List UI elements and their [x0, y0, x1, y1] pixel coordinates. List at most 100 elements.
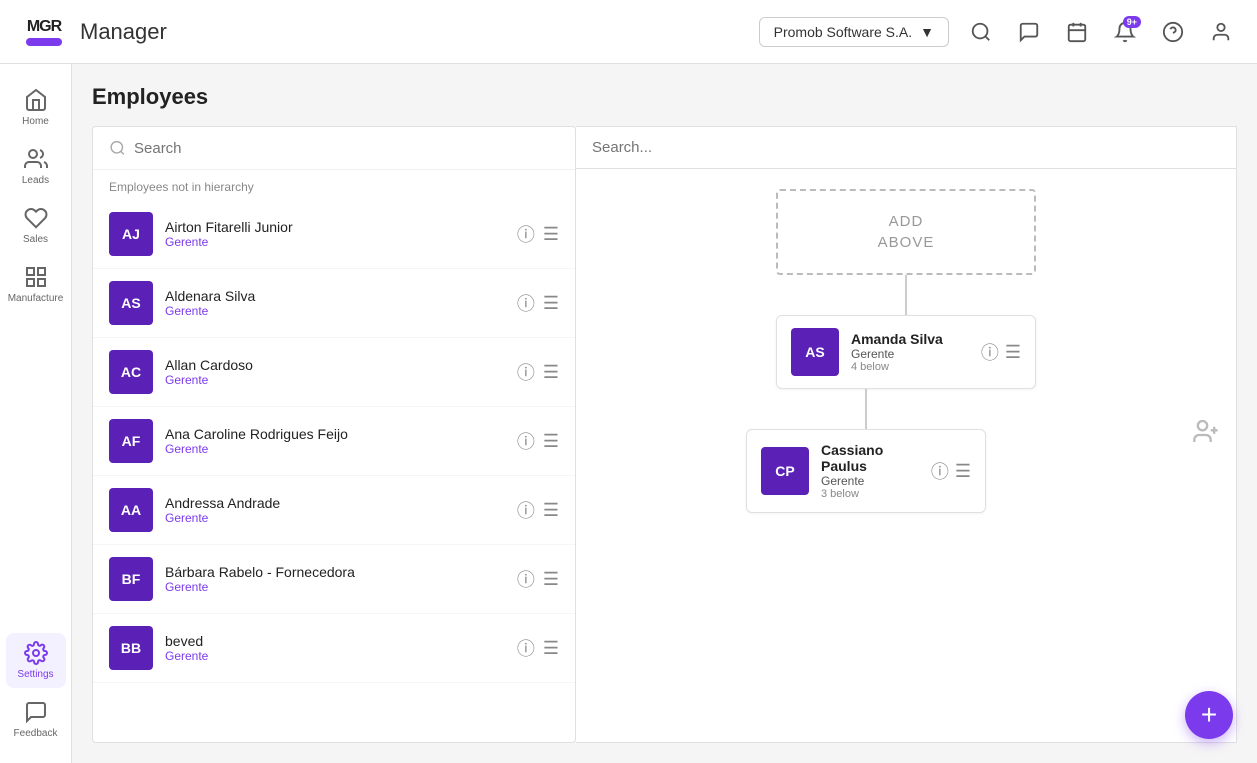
drag-icon[interactable]: ☰: [543, 569, 559, 590]
list-item[interactable]: AC Allan Cardoso Gerente ⓘ ☰: [93, 338, 575, 407]
employee-info: Aldenara Silva Gerente: [165, 288, 505, 318]
user-icon-button[interactable]: [1205, 16, 1237, 48]
app-title: Manager: [80, 19, 167, 45]
employee-name: Bárbara Rabelo - Fornecedora: [165, 564, 505, 580]
connector-line: [905, 275, 907, 315]
employee-role: Gerente: [165, 580, 505, 594]
help-icon-button[interactable]: [1157, 16, 1189, 48]
sidebar-item-leads[interactable]: Leads: [6, 139, 66, 194]
sidebar-item-manufacture[interactable]: Manufacture: [6, 257, 66, 312]
sidebar-item-settings[interactable]: Settings: [6, 633, 66, 688]
hierarchy-card-amanda[interactable]: AS Amanda Silva Gerente 4 below ⓘ ☰: [776, 315, 1036, 389]
employee-role: Gerente: [165, 373, 505, 387]
employee-role: Gerente: [165, 649, 505, 663]
sidebar-item-feedback-label: Feedback: [14, 728, 58, 739]
avatar: AF: [109, 419, 153, 463]
info-icon[interactable]: ⓘ: [517, 221, 535, 247]
hier-name: Amanda Silva: [851, 331, 969, 347]
chevron-down-icon: ▼: [920, 24, 934, 40]
employee-actions: ⓘ ☰: [517, 635, 559, 661]
company-selector[interactable]: Promob Software S.A. ▼: [759, 17, 949, 47]
left-panel: Employees not in hierarchy AJ Airton Fit…: [92, 126, 576, 743]
info-icon[interactable]: ⓘ: [517, 497, 535, 523]
employee-info: Andressa Andrade Gerente: [165, 495, 505, 525]
hier-actions: ⓘ ☰: [931, 458, 971, 484]
list-item[interactable]: AJ Airton Fitarelli Junior Gerente ⓘ ☰: [93, 200, 575, 269]
employee-name: Ana Caroline Rodrigues Feijo: [165, 426, 505, 442]
employee-info: Airton Fitarelli Junior Gerente: [165, 219, 505, 249]
list-item[interactable]: AF Ana Caroline Rodrigues Feijo Gerente …: [93, 407, 575, 476]
add-above-button[interactable]: ADDABOVE: [776, 189, 1036, 275]
info-icon[interactable]: ⓘ: [517, 566, 535, 592]
employee-role: Gerente: [165, 235, 505, 249]
sidebar: Home Leads Sales Manufacture Settings Fe…: [0, 64, 72, 763]
header: MGR Manager Promob Software S.A. ▼ 9+: [0, 0, 1257, 64]
search-input[interactable]: [134, 140, 559, 157]
page-title: Employees: [92, 84, 1237, 110]
avatar: AS: [791, 328, 839, 376]
logo: MGR: [20, 8, 68, 56]
list-item[interactable]: AS Aldenara Silva Gerente ⓘ ☰: [93, 269, 575, 338]
employee-info: beved Gerente: [165, 633, 505, 663]
list-item[interactable]: BF Bárbara Rabelo - Fornecedora Gerente …: [93, 545, 575, 614]
header-right: Promob Software S.A. ▼ 9+: [759, 16, 1237, 48]
drag-icon[interactable]: ☰: [955, 461, 971, 482]
drag-icon[interactable]: ☰: [1005, 342, 1021, 363]
fab-icon: +: [1201, 699, 1217, 731]
fab-add-button[interactable]: +: [1185, 691, 1233, 739]
drag-icon[interactable]: ☰: [543, 500, 559, 521]
avatar: CP: [761, 447, 809, 495]
drag-icon[interactable]: ☰: [543, 362, 559, 383]
employee-list: AJ Airton Fitarelli Junior Gerente ⓘ ☰ A…: [93, 200, 575, 742]
sidebar-item-settings-label: Settings: [17, 669, 53, 680]
info-icon[interactable]: ⓘ: [517, 359, 535, 385]
sidebar-item-sales-label: Sales: [23, 234, 48, 245]
main-layout: Home Leads Sales Manufacture Settings Fe…: [0, 64, 1257, 763]
drag-icon[interactable]: ☰: [543, 431, 559, 452]
info-icon[interactable]: ⓘ: [931, 458, 949, 484]
sidebar-item-leads-label: Leads: [22, 175, 49, 186]
calendar-icon-button[interactable]: [1061, 16, 1093, 48]
employee-actions: ⓘ ☰: [517, 359, 559, 385]
right-search-bar: [576, 127, 1236, 169]
list-item[interactable]: AA Andressa Andrade Gerente ⓘ ☰: [93, 476, 575, 545]
hierarchy-canvas: ADDABOVE AS Amanda Silva Gerente 4 below: [576, 169, 1236, 742]
avatar: AA: [109, 488, 153, 532]
drag-icon[interactable]: ☰: [543, 638, 559, 659]
sidebar-item-feedback[interactable]: Feedback: [6, 692, 66, 747]
hier-info: Cassiano Paulus Gerente 3 below: [821, 442, 919, 500]
hierarchy-card-cassiano[interactable]: CP Cassiano Paulus Gerente 3 below ⓘ ☰: [746, 429, 986, 513]
sidebar-item-sales[interactable]: Sales: [6, 198, 66, 253]
sidebar-item-home[interactable]: Home: [6, 80, 66, 135]
drag-icon[interactable]: ☰: [543, 224, 559, 245]
hierarchy-search-input[interactable]: [592, 139, 1220, 156]
employee-info: Ana Caroline Rodrigues Feijo Gerente: [165, 426, 505, 456]
avatar: AS: [109, 281, 153, 325]
employee-role: Gerente: [165, 304, 505, 318]
info-icon[interactable]: ⓘ: [517, 290, 535, 316]
employee-actions: ⓘ ☰: [517, 566, 559, 592]
info-icon[interactable]: ⓘ: [517, 428, 535, 454]
search-icon-button[interactable]: [965, 16, 997, 48]
logo-text: MGR: [27, 18, 61, 36]
left-search-bar: [93, 127, 575, 170]
employee-name: Andressa Andrade: [165, 495, 505, 511]
employee-name: Allan Cardoso: [165, 357, 505, 373]
employee-name: Airton Fitarelli Junior: [165, 219, 505, 235]
drag-icon[interactable]: ☰: [543, 293, 559, 314]
employee-actions: ⓘ ☰: [517, 428, 559, 454]
header-left: MGR Manager: [20, 8, 167, 56]
add-person-button[interactable]: [1192, 417, 1220, 452]
avatar: AJ: [109, 212, 153, 256]
employee-actions: ⓘ ☰: [517, 221, 559, 247]
chat-icon-button[interactable]: [1013, 16, 1045, 48]
notifications-icon-button[interactable]: 9+: [1109, 16, 1141, 48]
employee-role: Gerente: [165, 511, 505, 525]
hier-info: Amanda Silva Gerente 4 below: [851, 331, 969, 373]
info-icon[interactable]: ⓘ: [517, 635, 535, 661]
search-icon: [109, 139, 126, 157]
employee-actions: ⓘ ☰: [517, 497, 559, 523]
connector-line-2: [865, 389, 867, 429]
info-icon[interactable]: ⓘ: [981, 339, 999, 365]
list-item[interactable]: BB beved Gerente ⓘ ☰: [93, 614, 575, 683]
